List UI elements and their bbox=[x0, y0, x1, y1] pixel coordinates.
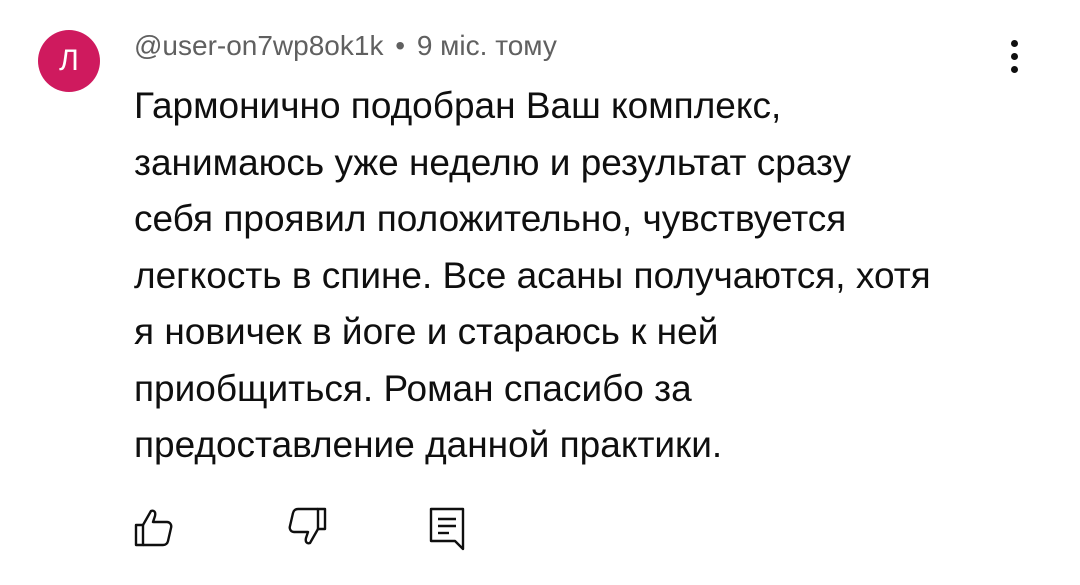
comment-text: Гармонично подобран Ваш комплекс, занима… bbox=[134, 85, 931, 465]
like-button[interactable] bbox=[132, 505, 192, 565]
comment-icon bbox=[429, 507, 465, 551]
comment-header: @user-on7wp8ok1k • 9 міс. тому bbox=[134, 26, 557, 66]
comment-actions bbox=[0, 505, 1080, 565]
thumb-up-icon bbox=[134, 509, 173, 547]
menu-dot bbox=[1011, 66, 1018, 73]
meta-separator: • bbox=[395, 30, 406, 61]
dislike-button[interactable] bbox=[285, 505, 345, 565]
comment-time: 9 міс. тому bbox=[416, 30, 557, 61]
reply-button[interactable] bbox=[427, 505, 487, 565]
more-vert-icon[interactable] bbox=[1000, 30, 1030, 80]
author-handle[interactable]: @user-on7wp8ok1k bbox=[134, 30, 383, 61]
comment-item: Л @user-on7wp8ok1k • 9 міс. тому Гармони… bbox=[0, 0, 1080, 585]
thumb-down-icon bbox=[288, 507, 327, 545]
avatar[interactable]: Л bbox=[38, 30, 100, 92]
menu-dot bbox=[1011, 40, 1018, 47]
menu-dot bbox=[1011, 53, 1018, 60]
